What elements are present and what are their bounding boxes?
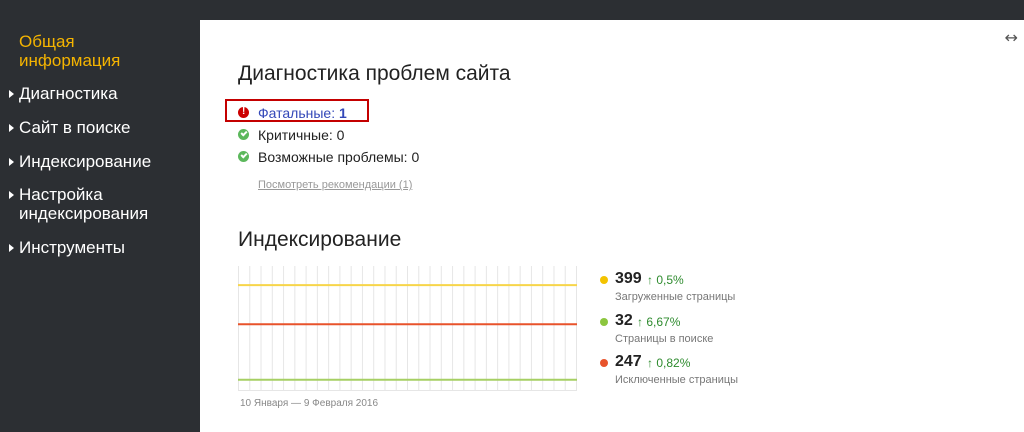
sidebar-item-indexing[interactable]: Индексирование xyxy=(9,152,152,171)
loaded-pages-value: 399 xyxy=(615,270,642,287)
sidebar-item-indexing-settings[interactable]: Настройка индексирования xyxy=(9,185,149,223)
sidebar-item-diagnostics[interactable]: Диагностика xyxy=(9,84,118,103)
expand-width-icon[interactable]: ↔ xyxy=(1005,28,1018,47)
search-pages-label: Страницы в поиске xyxy=(615,333,714,345)
error-icon xyxy=(238,106,249,118)
sidebar-item-search[interactable]: Сайт в поиске xyxy=(9,118,131,137)
excluded-pages-value: 247 xyxy=(615,353,642,370)
fatal-count: 1 xyxy=(339,105,347,121)
main-panel: ↔ Диагностика проблем сайта Фатальные: 1… xyxy=(200,20,1024,432)
search-pages-value: 32 xyxy=(615,312,633,329)
check-icon xyxy=(238,129,249,140)
indexing-title: Индексирование xyxy=(238,228,402,251)
chart-date-range: 10 Января — 9 Февраля 2016 xyxy=(240,398,379,409)
search-pages-delta: ↑ 6,67% xyxy=(637,315,681,329)
indexing-chart xyxy=(238,266,577,391)
sidebar-item-label: Диагностика xyxy=(19,84,118,103)
caret-right-icon xyxy=(9,191,14,199)
sidebar-item-label: Сайт в поиске xyxy=(19,118,131,137)
sidebar-item-tools[interactable]: Инструменты xyxy=(9,238,126,257)
top-bar xyxy=(0,0,1024,20)
loaded-pages-delta: ↑ 0,5% xyxy=(647,273,684,287)
loaded-pages-label: Загруженные страницы xyxy=(615,291,736,303)
legend-dot-excluded xyxy=(600,359,608,367)
sidebar-item-label: Индексирование xyxy=(19,152,152,171)
legend-dot-search xyxy=(600,318,608,326)
caret-right-icon xyxy=(9,158,14,166)
legend-dot-loaded xyxy=(600,276,608,284)
caret-right-icon xyxy=(9,124,14,132)
sidebar-item-label: Общая информация xyxy=(19,32,121,70)
caret-right-icon xyxy=(9,244,14,252)
diagnostics-title: Диагностика проблем сайта xyxy=(238,62,511,85)
caret-right-icon xyxy=(9,90,14,98)
sidebar: Общая информация Диагностика Сайт в поис… xyxy=(0,20,200,432)
check-icon xyxy=(238,151,249,162)
recommendations-link[interactable]: Посмотреть рекомендации (1) xyxy=(258,179,412,191)
excluded-pages-delta: ↑ 0,82% xyxy=(647,356,691,370)
critical-issues-text: Критичные: 0 xyxy=(258,127,345,143)
fatal-issues-link[interactable]: Фатальные: 1 xyxy=(258,105,347,121)
fatal-label: Фатальные: xyxy=(258,105,336,121)
sidebar-item-overview[interactable]: Общая информация xyxy=(19,32,120,70)
sidebar-item-label: Инструменты xyxy=(19,238,126,257)
excluded-pages-label: Исключенные страницы xyxy=(615,374,739,386)
possible-issues-text: Возможные проблемы: 0 xyxy=(258,149,420,165)
sidebar-item-label: Настройка индексирования xyxy=(19,185,149,223)
